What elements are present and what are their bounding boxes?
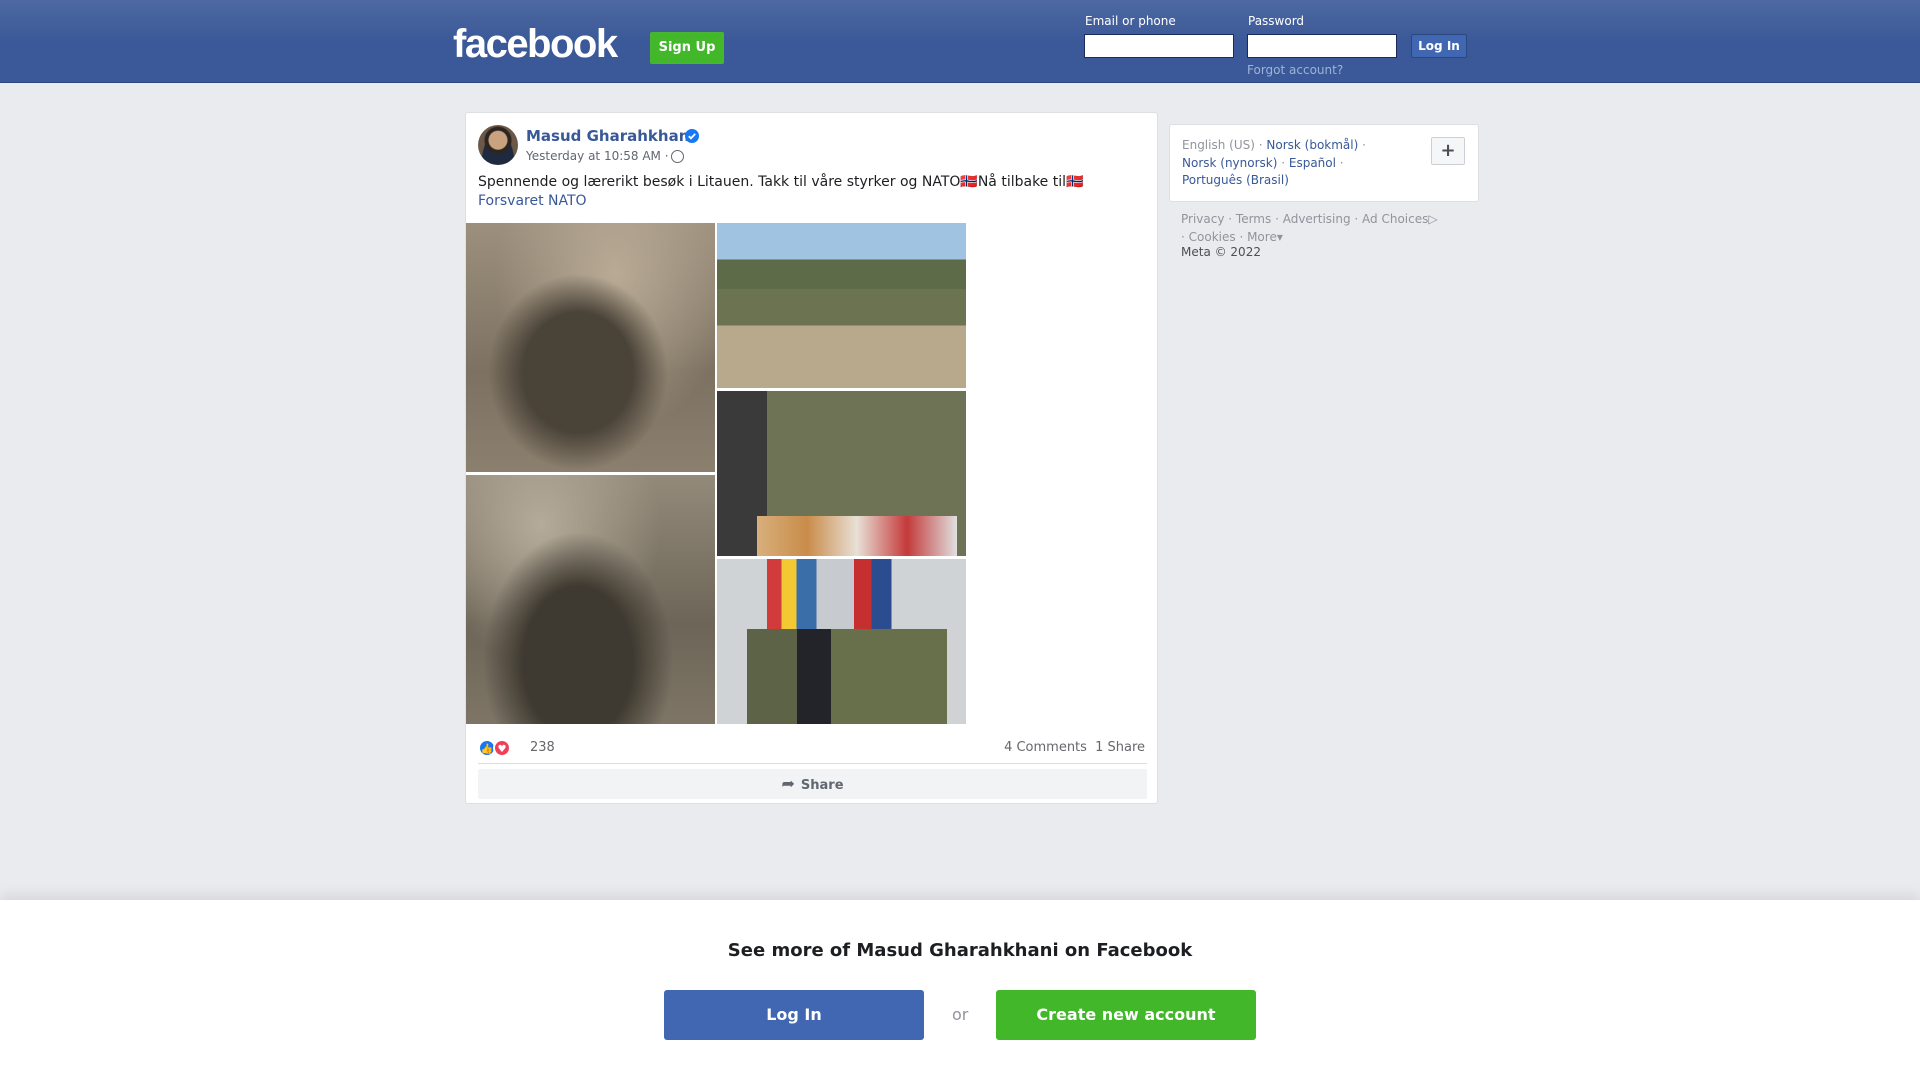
email-label: Email or phone — [1085, 14, 1176, 28]
create-account-button[interactable]: Create new account — [996, 990, 1256, 1040]
photo-soldiers-group[interactable] — [717, 223, 966, 388]
photo-meeting-soldiers[interactable] — [717, 391, 966, 556]
post-divider — [478, 763, 1147, 764]
footer-links: Privacy · Terms · Advertising · Ad Choic… — [1181, 212, 1438, 244]
globe-icon — [671, 150, 684, 163]
footer-more[interactable]: More — [1247, 230, 1277, 244]
language-espanol[interactable]: Español — [1289, 156, 1336, 170]
ad-choices-icon: ▷ — [1428, 212, 1438, 226]
post-timestamp[interactable]: Yesterday at 10:58 AM · — [526, 149, 669, 163]
password-label: Password — [1248, 14, 1305, 28]
login-prompt-banner: See more of Masud Gharahkhani on Faceboo… — [0, 900, 1920, 1080]
banner-log-in-button[interactable]: Log In — [664, 990, 924, 1040]
language-list: English (US) · Norsk (bokmål) · Norsk (n… — [1182, 138, 1366, 187]
shares-count-link[interactable]: 1 Share — [1095, 740, 1145, 755]
post-text: Spennende og lærerikt besøk i Litauen. T… — [478, 173, 1138, 211]
tagged-page-link[interactable]: Forsvaret NATO — [478, 193, 587, 209]
facebook-logo[interactable]: facebook — [453, 22, 618, 67]
log-in-button[interactable]: Log In — [1411, 34, 1467, 58]
language-norsk-bokmal[interactable]: Norsk (bokmål) — [1266, 138, 1358, 152]
email-field[interactable] — [1084, 34, 1234, 58]
more-languages-button[interactable]: + — [1431, 137, 1465, 165]
footer-advertising[interactable]: Advertising — [1283, 212, 1351, 226]
share-button[interactable]: ➦ Share — [478, 769, 1147, 799]
password-field[interactable] — [1247, 34, 1397, 58]
love-reaction-icon: ♥ — [493, 739, 511, 757]
photo-tank-1[interactable] — [466, 223, 715, 472]
comments-count-link[interactable]: 4 Comments — [1004, 740, 1087, 755]
reaction-count: 238 — [530, 740, 555, 755]
post-author[interactable]: Masud Gharahkhani — [526, 127, 695, 145]
photo-tank-2[interactable] — [466, 475, 715, 724]
post-card: Masud Gharahkhani Yesterday at 10:58 AM … — [465, 112, 1158, 804]
caret-down-icon: ▾ — [1276, 230, 1283, 244]
forgot-account-link[interactable]: Forgot account? — [1247, 63, 1343, 77]
author-avatar[interactable] — [478, 125, 518, 165]
copyright-text: Meta © 2022 — [1181, 245, 1261, 259]
engagement-counts: 4 Comments 1 Share — [1004, 740, 1145, 755]
verified-badge-icon — [685, 129, 699, 143]
current-language: English (US) — [1182, 138, 1255, 152]
top-navigation-bar: facebook Sign Up Email or phone Password… — [0, 0, 1920, 83]
share-arrow-icon: ➦ — [781, 774, 795, 793]
banner-title: See more of Masud Gharahkhani on Faceboo… — [727, 940, 1193, 961]
post-message: Spennende og lærerikt besøk i Litauen. T… — [478, 174, 1084, 190]
footer-privacy[interactable]: Privacy — [1181, 212, 1224, 226]
photo-flags-group[interactable] — [717, 559, 966, 724]
sign-up-button[interactable]: Sign Up — [650, 32, 724, 64]
share-button-label: Share — [800, 778, 844, 793]
language-selector: English (US) · Norsk (bokmål) · Norsk (n… — [1169, 124, 1479, 202]
footer-terms[interactable]: Terms — [1236, 212, 1271, 226]
language-norsk-nynorsk[interactable]: Norsk (nynorsk) — [1182, 156, 1277, 170]
language-portugues[interactable]: Português (Brasil) — [1182, 173, 1289, 187]
footer-ad-choices[interactable]: Ad Choices — [1362, 212, 1428, 226]
footer-cookies[interactable]: Cookies — [1189, 230, 1236, 244]
or-separator: or — [952, 1005, 969, 1024]
